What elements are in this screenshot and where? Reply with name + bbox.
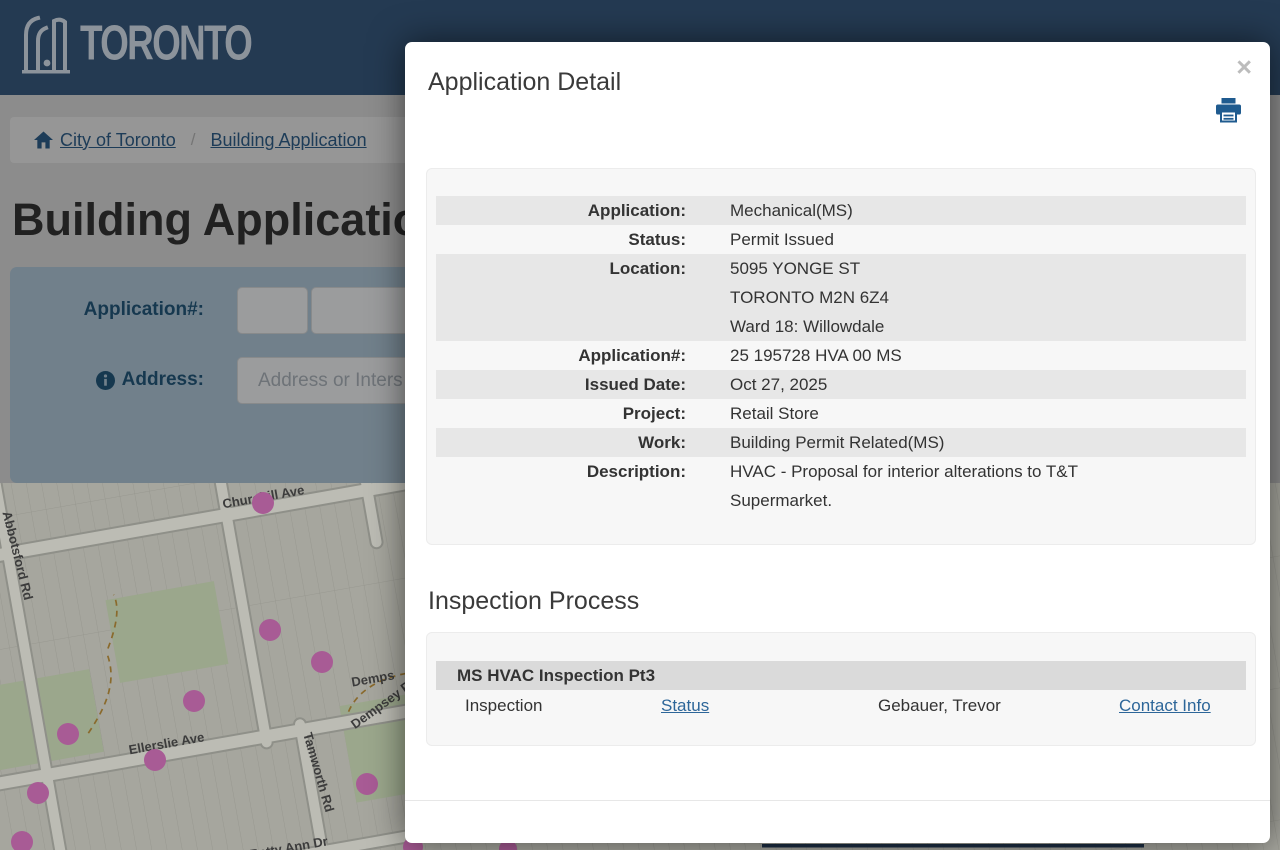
detail-label: Application#:: [436, 341, 686, 370]
detail-value: 25 195728 HVA 00 MS: [730, 341, 902, 370]
detail-row: Location: 5095 YONGE STTORONTO M2N 6Z4War…: [436, 254, 1246, 341]
permit-marker[interactable]: [183, 690, 205, 712]
inspection-group-header: MS HVAC Inspection Pt3: [436, 661, 1246, 690]
contact-info-link[interactable]: Contact Info: [1119, 696, 1211, 715]
detail-label: Project:: [436, 399, 686, 428]
application-number-label: Application#:: [10, 287, 204, 333]
detail-label: Description:: [436, 457, 686, 515]
permit-marker[interactable]: [252, 492, 274, 514]
breadcrumb-separator: /: [191, 130, 196, 150]
detail-row: Application#: 25 195728 HVA 00 MS: [436, 341, 1246, 370]
detail-value: Building Permit Related(MS): [730, 428, 944, 457]
print-icon[interactable]: [1215, 98, 1242, 123]
detail-label: Application:: [436, 196, 686, 225]
detail-row: Application: Mechanical(MS): [436, 196, 1246, 225]
toronto-logo[interactable]: TORONTO: [14, 9, 274, 77]
close-icon[interactable]: ×: [1236, 54, 1252, 81]
detail-value: Oct 27, 2025: [730, 370, 827, 399]
detail-value: Mechanical(MS): [730, 196, 853, 225]
inspection-panel: MS HVAC Inspection Pt3 InspectionStatus G…: [426, 632, 1256, 746]
detail-row: Work: Building Permit Related(MS): [436, 428, 1246, 457]
permit-marker[interactable]: [27, 782, 49, 804]
detail-value: Permit Issued: [730, 225, 834, 254]
detail-value: Retail Store: [730, 399, 819, 428]
breadcrumb-home-link[interactable]: City of Toronto: [60, 130, 176, 151]
inspection-type: Inspection: [465, 690, 661, 721]
permit-marker[interactable]: [356, 773, 378, 795]
detail-label: Status:: [436, 225, 686, 254]
modal-footer-divider: [405, 800, 1270, 801]
city-hall-icon: [14, 9, 78, 77]
application-number-prefix-input[interactable]: [237, 287, 308, 334]
detail-label: Work:: [436, 428, 686, 457]
permit-marker[interactable]: [259, 619, 281, 641]
application-detail-modal: Application Detail × Application: Mechani…: [405, 42, 1270, 843]
detail-row: Project: Retail Store: [436, 399, 1246, 428]
home-icon[interactable]: [34, 131, 53, 149]
logo-wordmark: TORONTO: [80, 15, 251, 72]
permit-marker[interactable]: [144, 749, 166, 771]
detail-row: Issued Date: Oct 27, 2025: [436, 370, 1246, 399]
permit-marker[interactable]: [311, 651, 333, 673]
application-detail-table: Application: Mechanical(MS) Status: Permit …: [426, 168, 1256, 545]
detail-label: Location:: [436, 254, 686, 341]
detail-value: HVAC - Proposal for interior alterations…: [730, 457, 1160, 515]
page-title: Building Application: [12, 194, 448, 246]
status-link[interactable]: Status: [661, 696, 709, 715]
address-label: Address:: [10, 357, 204, 403]
inspector-name: Gebauer, Trevor: [878, 690, 1119, 721]
detail-label: Issued Date:: [436, 370, 686, 399]
permit-marker[interactable]: [57, 723, 79, 745]
info-icon[interactable]: [96, 371, 115, 390]
detail-value: 5095 YONGE STTORONTO M2N 6Z4Ward 18: Wil…: [730, 254, 889, 341]
inspection-row: InspectionStatus Gebauer, TrevorContact I…: [436, 690, 1246, 721]
detail-row: Description: HVAC - Proposal for interior…: [436, 457, 1246, 515]
breadcrumb-current-link[interactable]: Building Application: [210, 130, 366, 151]
inspection-process-title: Inspection Process: [428, 587, 639, 616]
modal-title: Application Detail: [428, 68, 621, 97]
major-road-line: [762, 844, 1144, 848]
detail-row: Status: Permit Issued: [436, 225, 1246, 254]
page: TORONTO City of Toronto / Building Appli…: [0, 0, 1280, 850]
